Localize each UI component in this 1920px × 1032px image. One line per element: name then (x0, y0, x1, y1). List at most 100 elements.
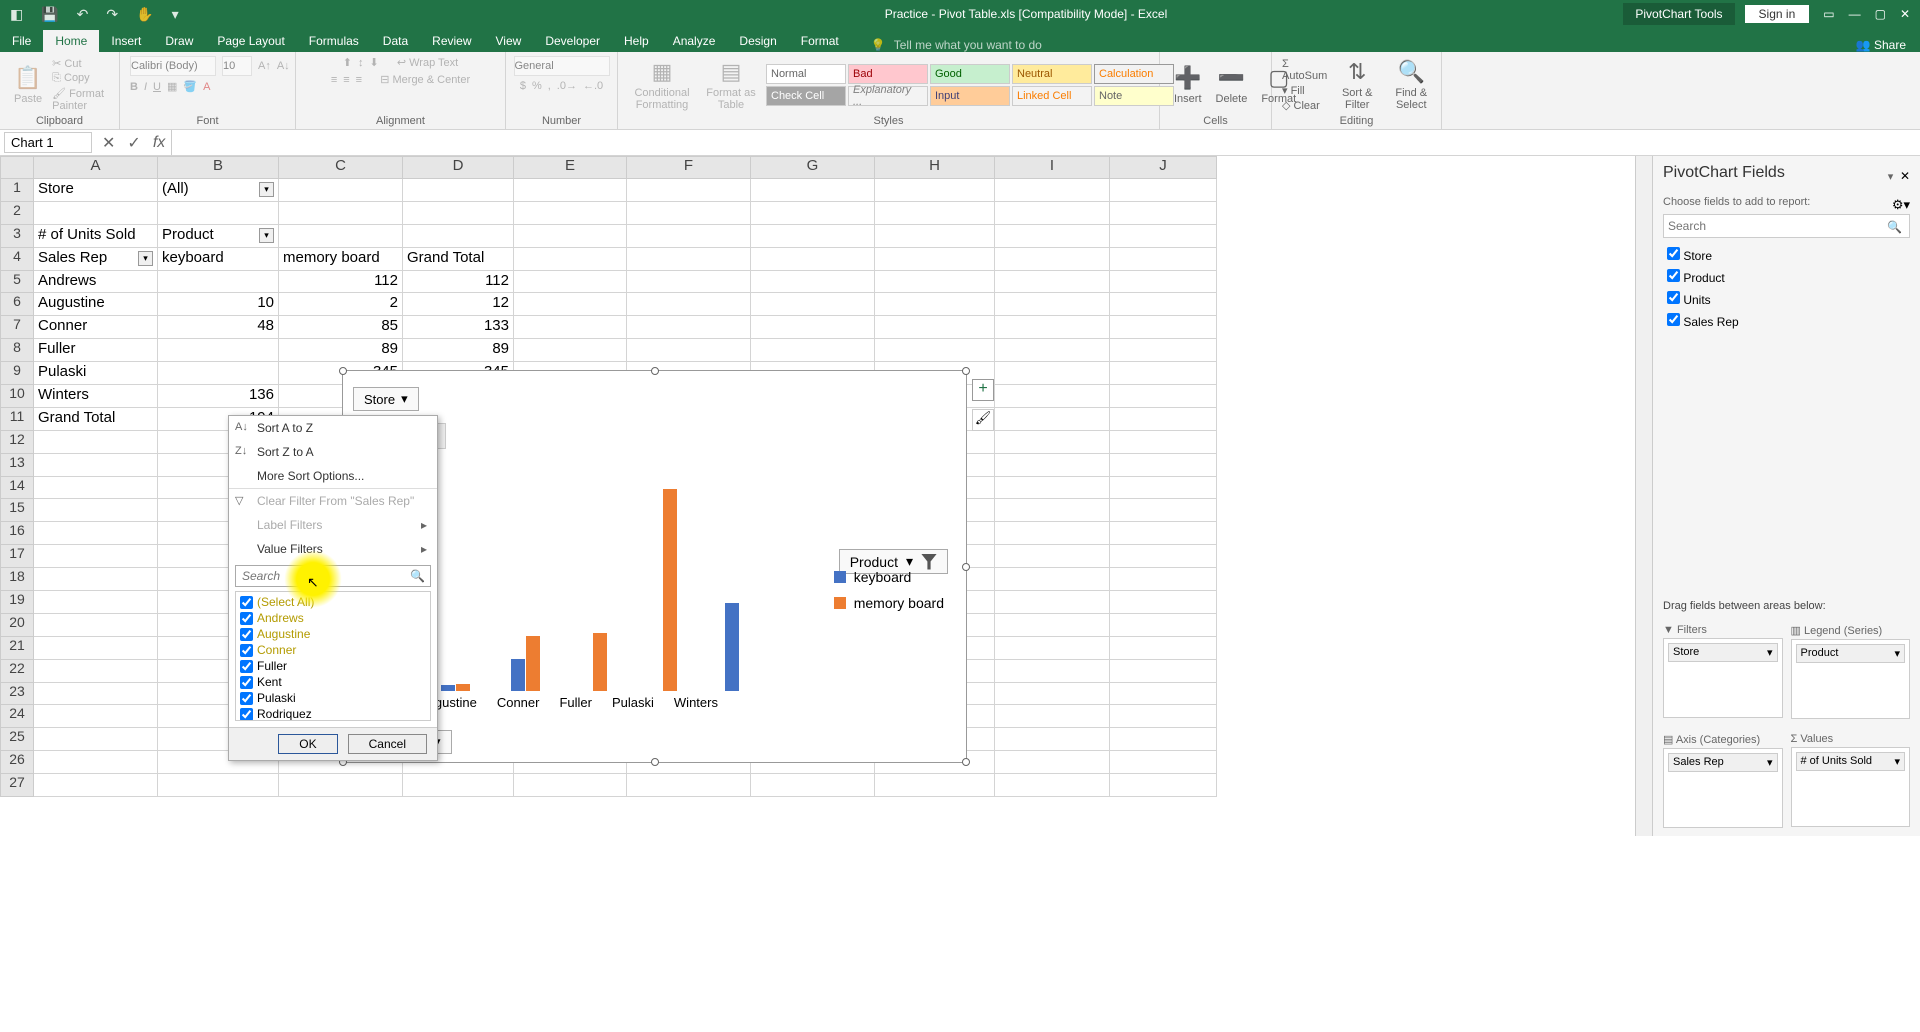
row-header-16[interactable]: 16 (0, 522, 34, 545)
filter-checklist[interactable]: (Select All)AndrewsAugustineConnerFuller… (235, 591, 431, 721)
find-select-button[interactable]: 🔍Find & Select (1387, 57, 1435, 113)
paste-button[interactable]: 📋Paste (10, 63, 46, 107)
close-fields-pane-icon[interactable]: ✕ (1900, 169, 1910, 183)
gear-icon[interactable]: ⚙▾ (1892, 197, 1910, 213)
cell[interactable] (751, 179, 875, 202)
style-input[interactable]: Input (930, 86, 1010, 106)
resize-handle[interactable] (651, 367, 659, 375)
format-painter-button[interactable]: 🖌 Format Painter (52, 87, 109, 112)
row-header-25[interactable]: 25 (0, 728, 34, 751)
area-item-product[interactable]: Product▾ (1796, 644, 1906, 663)
cell[interactable] (34, 202, 158, 225)
value-filters[interactable]: Value Filters▸ (229, 537, 437, 561)
font-size-input[interactable] (222, 56, 252, 76)
column-header-I[interactable]: I (995, 156, 1110, 179)
filter-checkbox[interactable] (240, 692, 253, 705)
fill-button[interactable]: ▾ Fill (1282, 84, 1327, 97)
clear-button[interactable]: ◇ Clear (1282, 99, 1327, 112)
cell[interactable] (34, 499, 158, 522)
cell[interactable]: Sales Rep▾ (34, 248, 158, 271)
column-header-E[interactable]: E (514, 156, 627, 179)
cell[interactable] (158, 202, 279, 225)
cell[interactable] (995, 637, 1110, 660)
filter-search[interactable]: 🔍 (235, 565, 431, 587)
cell[interactable] (875, 202, 995, 225)
filter-item[interactable]: Rodriquez (238, 706, 428, 721)
row-header-8[interactable]: 8 (0, 339, 34, 362)
cell[interactable] (1110, 683, 1217, 706)
comma-icon[interactable]: , (548, 80, 551, 92)
cell[interactable] (995, 477, 1110, 500)
conditional-formatting-button[interactable]: ▦Conditional Formatting (628, 57, 696, 113)
row-header-2[interactable]: 2 (0, 202, 34, 225)
row-header-23[interactable]: 23 (0, 683, 34, 706)
cell[interactable] (279, 202, 403, 225)
cell[interactable]: 112 (279, 271, 403, 294)
cell[interactable] (514, 774, 627, 797)
row-header-20[interactable]: 20 (0, 614, 34, 637)
cell[interactable]: Conner (34, 316, 158, 339)
cell[interactable] (995, 179, 1110, 202)
cell[interactable] (34, 522, 158, 545)
tab-page-layout[interactable]: Page Layout (205, 30, 296, 52)
cell[interactable]: 89 (403, 339, 514, 362)
row-header-26[interactable]: 26 (0, 751, 34, 774)
name-box[interactable] (4, 132, 92, 153)
resize-handle[interactable] (962, 367, 970, 375)
cell[interactable] (995, 591, 1110, 614)
align-top-icon[interactable]: ⬆ (343, 56, 352, 69)
dropdown-icon[interactable]: ▾ (138, 251, 153, 266)
autosave-icon[interactable]: ◧ (10, 6, 23, 23)
cell[interactable] (875, 248, 995, 271)
vertical-scrollbar[interactable] (1635, 156, 1652, 836)
filter-item[interactable]: Augustine (238, 626, 428, 642)
cell[interactable]: 136 (158, 385, 279, 408)
filter-checkbox[interactable] (240, 628, 253, 641)
cell[interactable] (514, 179, 627, 202)
cell[interactable] (627, 225, 751, 248)
cell[interactable] (875, 774, 995, 797)
row-header-11[interactable]: 11 (0, 408, 34, 431)
cell[interactable] (995, 362, 1110, 385)
font-name-input[interactable] (130, 56, 216, 76)
tab-formulas[interactable]: Formulas (297, 30, 371, 52)
align-left-icon[interactable]: ≡ (331, 74, 337, 86)
cell[interactable] (514, 202, 627, 225)
cell[interactable] (995, 248, 1110, 271)
ok-button[interactable]: OK (278, 734, 337, 754)
row-header-17[interactable]: 17 (0, 545, 34, 568)
cell[interactable] (995, 431, 1110, 454)
cell[interactable] (751, 293, 875, 316)
style-check-cell[interactable]: Check Cell (766, 86, 846, 106)
cell[interactable] (514, 248, 627, 271)
field-checkbox[interactable] (1667, 291, 1680, 304)
cell[interactable] (1110, 431, 1217, 454)
column-header-H[interactable]: H (875, 156, 995, 179)
redo-icon[interactable]: ↷ (106, 6, 118, 23)
cell[interactable]: Product▾ (158, 225, 279, 248)
values-area[interactable]: # of Units Sold▾ (1791, 747, 1911, 827)
row-header-14[interactable]: 14 (0, 477, 34, 500)
cell[interactable]: 85 (279, 316, 403, 339)
dropdown-icon[interactable]: ▾ (259, 228, 274, 243)
row-header-22[interactable]: 22 (0, 660, 34, 683)
row-header-19[interactable]: 19 (0, 591, 34, 614)
cell[interactable] (1110, 568, 1217, 591)
cell[interactable] (34, 683, 158, 706)
cell[interactable] (627, 316, 751, 339)
filter-item[interactable]: Conner (238, 642, 428, 658)
cell[interactable] (995, 568, 1110, 591)
row-header-27[interactable]: 27 (0, 774, 34, 797)
cell[interactable]: Grand Total (403, 248, 514, 271)
cell[interactable]: Pulaski (34, 362, 158, 385)
cell[interactable] (34, 545, 158, 568)
cell[interactable]: # of Units Sold (34, 225, 158, 248)
cell[interactable]: Augustine (34, 293, 158, 316)
row-header-18[interactable]: 18 (0, 568, 34, 591)
filter-search-input[interactable] (235, 565, 431, 587)
number-format-select[interactable] (514, 56, 610, 76)
cell[interactable] (403, 202, 514, 225)
row-header-24[interactable]: 24 (0, 705, 34, 728)
font-color-icon[interactable]: A (203, 81, 210, 93)
cell[interactable] (627, 179, 751, 202)
